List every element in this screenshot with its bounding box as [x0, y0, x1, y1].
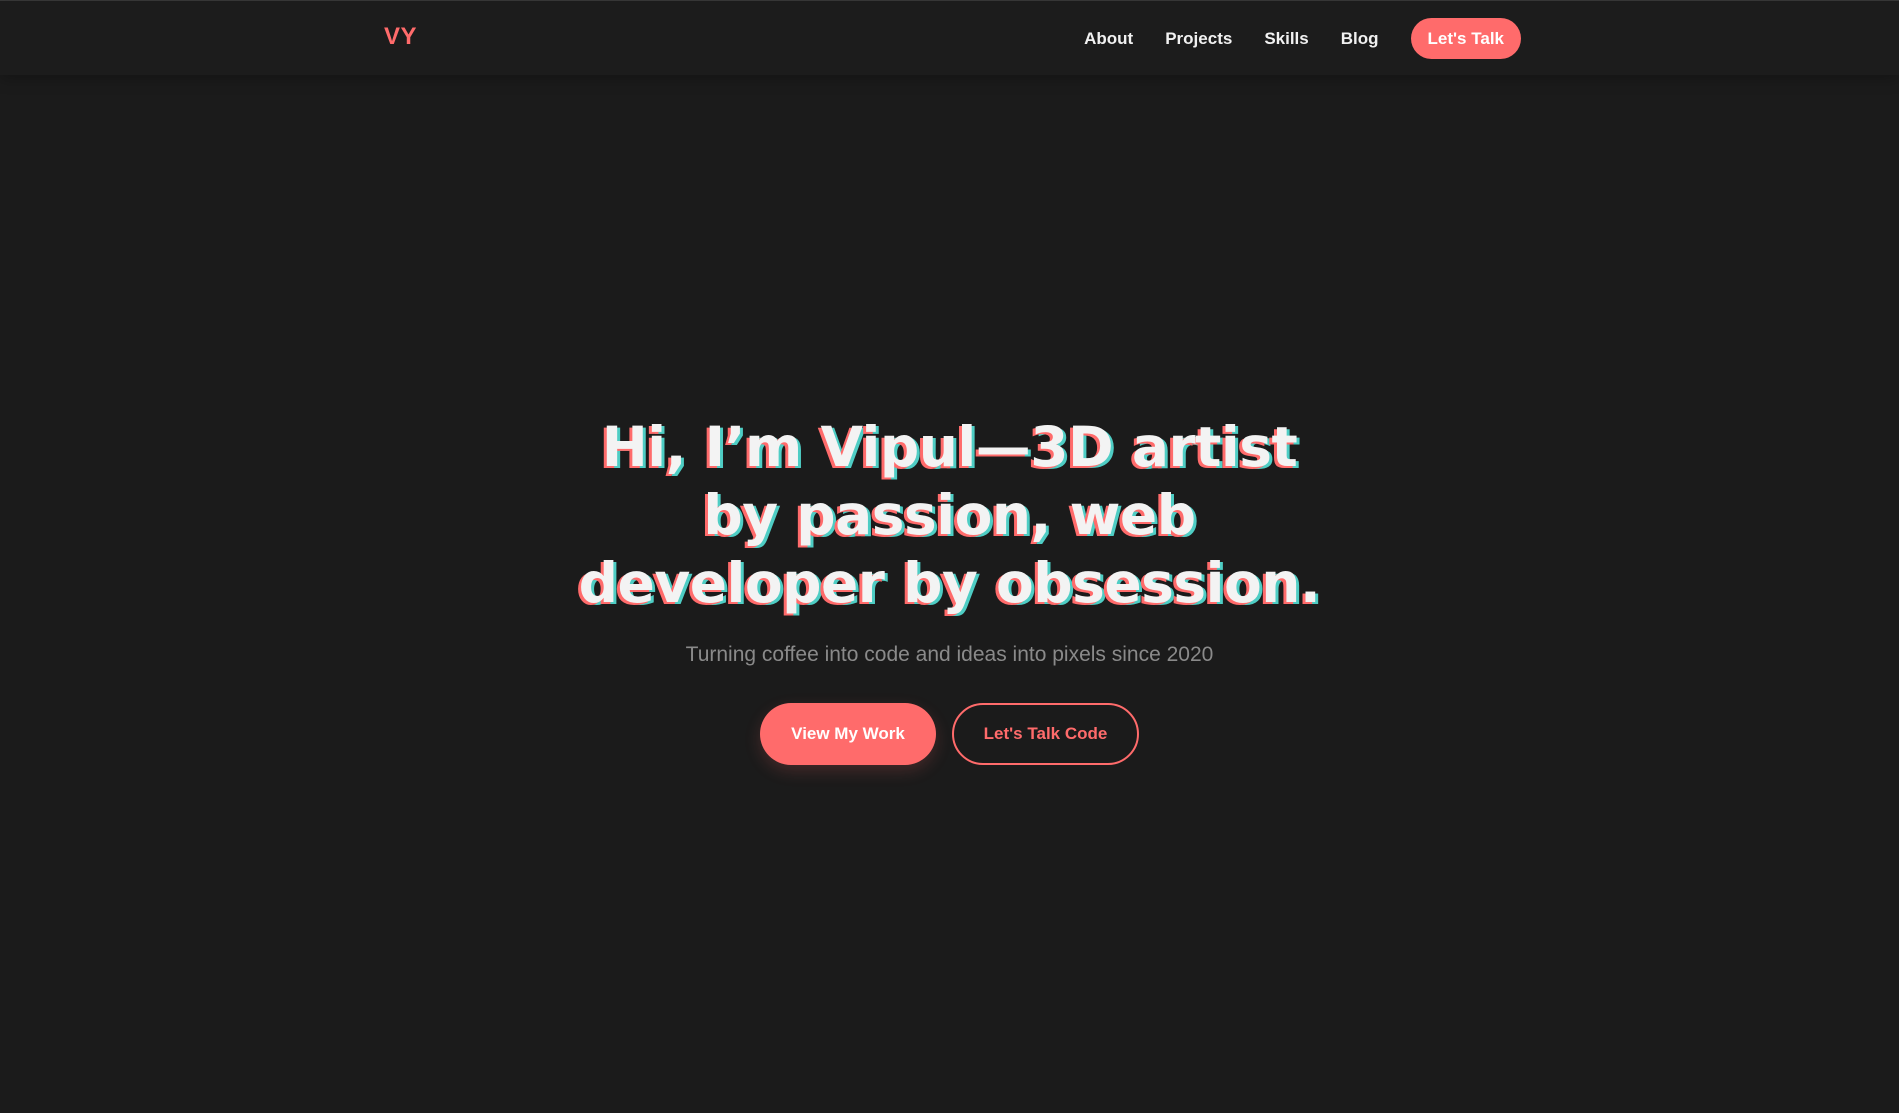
nav-link-projects[interactable]: Projects: [1165, 19, 1232, 59]
navbar: VY About Projects Skills Blog Let's Talk: [0, 1, 1899, 75]
hero-buttons: View My Work Let's Talk Code: [0, 703, 1899, 765]
lets-talk-button[interactable]: Let's Talk: [1410, 18, 1521, 59]
nav-link-skills[interactable]: Skills: [1264, 19, 1308, 59]
view-my-work-button[interactable]: View My Work: [760, 703, 936, 765]
site-logo[interactable]: VY: [384, 23, 417, 51]
hero-subtitle: Turning coffee into code and ideas into …: [685, 643, 1214, 666]
nav-link-about[interactable]: About: [1084, 19, 1133, 59]
hero-title: Hi, I’m Vipul—3D artist by passion, web …: [578, 415, 1321, 615]
nav-links: About Projects Skills Blog Let's Talk: [1084, 18, 1521, 59]
lets-talk-code-button[interactable]: Let's Talk Code: [952, 703, 1139, 765]
nav-link-blog[interactable]: Blog: [1341, 19, 1379, 59]
hero-section: Hi, I’m Vipul—3D artist by passion, web …: [0, 413, 1899, 765]
